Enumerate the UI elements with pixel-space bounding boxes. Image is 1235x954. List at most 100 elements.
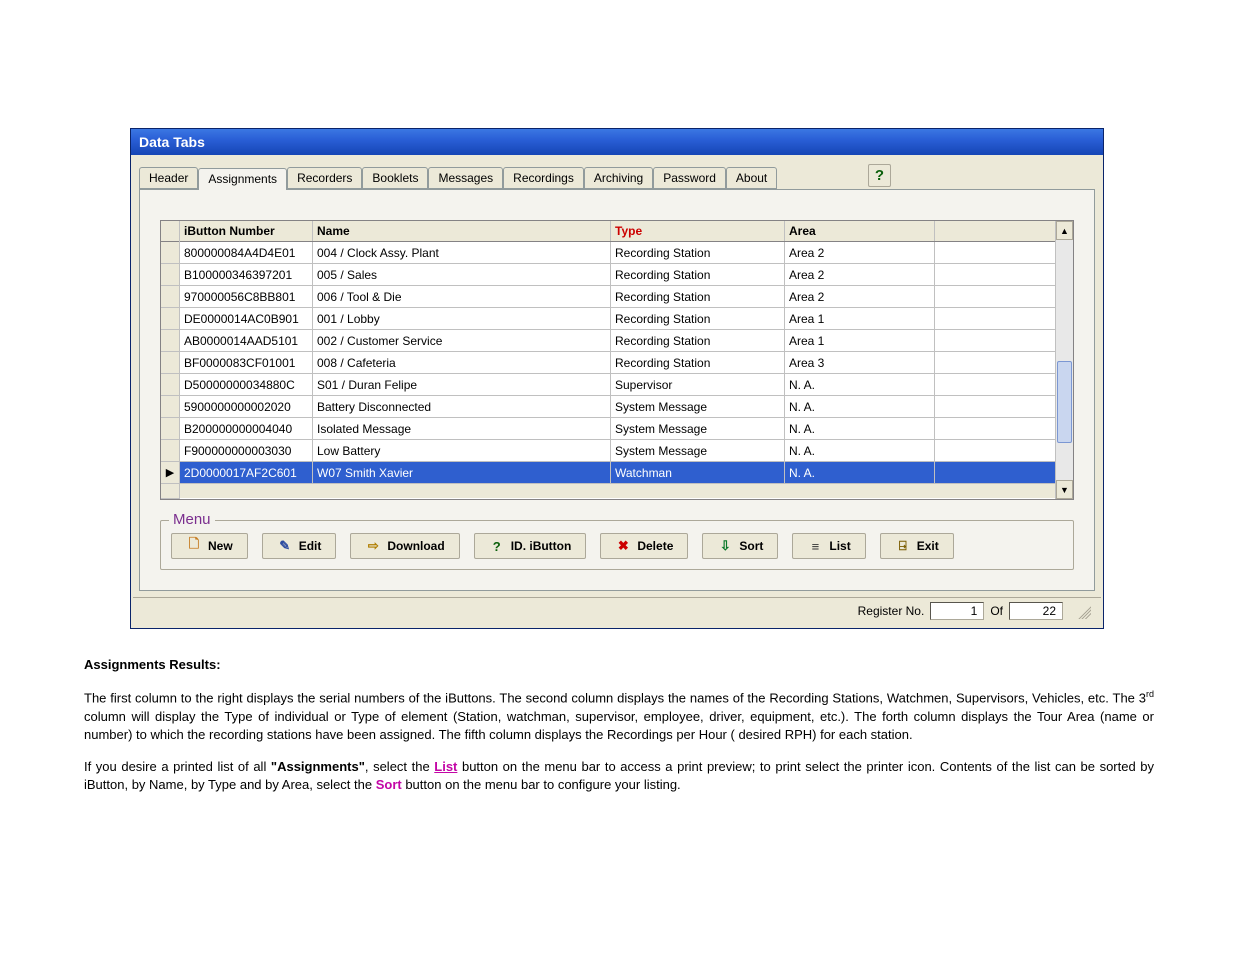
question-icon: ? — [489, 538, 505, 554]
table-row[interactable]: D50000000034880CS01 / Duran FelipeSuperv… — [180, 374, 1055, 396]
cell-type: Supervisor — [611, 374, 785, 395]
new-icon: 🗋 — [186, 538, 202, 554]
grid-body: iButton Number Name Type Area 800000084A… — [180, 221, 1055, 499]
menu-group: Menu 🗋 New ✎ Edit ⇨ Download — [160, 520, 1074, 570]
cell-area: N. A. — [785, 396, 935, 417]
exit-button[interactable]: ⍈ Exit — [880, 533, 954, 559]
tab-password[interactable]: Password — [653, 167, 726, 189]
table-row[interactable]: 2D0000017AF2C601W07 Smith XavierWatchman… — [180, 462, 1055, 484]
edit-button[interactable]: ✎ Edit — [262, 533, 337, 559]
cell-ibutton: D50000000034880C — [180, 374, 313, 395]
delete-icon: ✖ — [615, 538, 631, 554]
id-ibutton-label: ID. iButton — [511, 539, 572, 553]
cell-name: Isolated Message — [313, 418, 611, 439]
col-header-ibutton[interactable]: iButton Number — [180, 221, 313, 241]
scroll-down-arrow-icon[interactable]: ▼ — [1056, 480, 1073, 499]
tab-assignments[interactable]: Assignments — [198, 168, 287, 190]
cell-name: 006 / Tool & Die — [313, 286, 611, 307]
download-label: Download — [387, 539, 444, 553]
assignments-page: ▶ iButton Number Name Type Area 80000008… — [139, 189, 1095, 591]
resize-grip-icon[interactable] — [1075, 603, 1091, 619]
row-indicator — [161, 374, 179, 396]
edit-icon: ✎ — [277, 538, 293, 554]
cell-name: 008 / Cafeteria — [313, 352, 611, 373]
row-indicator — [161, 264, 179, 286]
cell-type: Watchman — [611, 462, 785, 483]
tab-about[interactable]: About — [726, 167, 777, 189]
table-row[interactable]: 5900000000002020Battery DisconnectedSyst… — [180, 396, 1055, 418]
tab-archiving[interactable]: Archiving — [584, 167, 653, 189]
table-row[interactable]: F900000000003030Low BatterySystem Messag… — [180, 440, 1055, 462]
assignments-grid: ▶ iButton Number Name Type Area 80000008… — [160, 220, 1074, 500]
col-header-name[interactable]: Name — [313, 221, 611, 241]
table-row[interactable]: 970000056C8BB801006 / Tool & DieRecordin… — [180, 286, 1055, 308]
table-row[interactable]: 800000084A4D4E01004 / Clock Assy. PlantR… — [180, 242, 1055, 264]
cell-name: 002 / Customer Service — [313, 330, 611, 351]
cell-name: Low Battery — [313, 440, 611, 461]
edit-label: Edit — [299, 539, 322, 553]
cell-ibutton: B200000000004040 — [180, 418, 313, 439]
id-ibutton-button[interactable]: ? ID. iButton — [474, 533, 587, 559]
delete-button[interactable]: ✖ Delete — [600, 533, 688, 559]
register-total: 22 — [1009, 602, 1063, 620]
doc-paragraph-1: The first column to the right displays t… — [84, 688, 1154, 744]
col-header-type[interactable]: Type — [611, 221, 785, 241]
table-row[interactable]: BF0000083CF01001008 / CafeteriaRecording… — [180, 352, 1055, 374]
table-row[interactable]: AB0000014AAD5101002 / Customer ServiceRe… — [180, 330, 1055, 352]
cell-name: Battery Disconnected — [313, 396, 611, 417]
cell-area: Area 2 — [785, 242, 935, 263]
tab-booklets[interactable]: Booklets — [362, 167, 428, 189]
register-current: 1 — [930, 602, 984, 620]
cell-ibutton: BF0000083CF01001 — [180, 352, 313, 373]
cell-area: N. A. — [785, 418, 935, 439]
row-indicator — [161, 242, 179, 264]
vertical-scrollbar[interactable]: ▲ ▼ — [1055, 221, 1073, 499]
titlebar: Data Tabs — [131, 129, 1103, 155]
cell-ibutton: DE0000014AC0B901 — [180, 308, 313, 329]
cell-area: Area 1 — [785, 330, 935, 351]
download-button[interactable]: ⇨ Download — [350, 533, 459, 559]
row-indicator — [161, 396, 179, 418]
grid-footer-spacer — [180, 484, 1055, 498]
cell-ibutton: 2D0000017AF2C601 — [180, 462, 313, 483]
row-indicator — [161, 440, 179, 462]
cell-type: Recording Station — [611, 308, 785, 329]
row-indicator — [161, 418, 179, 440]
menu-legend: Menu — [169, 511, 215, 528]
tabstrip: Header Assignments Recorders Booklets Me… — [133, 157, 1101, 189]
row-indicator — [161, 330, 179, 352]
help-icon[interactable]: ? — [868, 164, 891, 187]
col-header-area[interactable]: Area — [785, 221, 935, 241]
row-indicator-column: ▶ — [161, 221, 180, 499]
tab-messages[interactable]: Messages — [428, 167, 503, 189]
cell-name: S01 / Duran Felipe — [313, 374, 611, 395]
cell-ibutton: 5900000000002020 — [180, 396, 313, 417]
download-icon: ⇨ — [365, 538, 381, 554]
cell-ibutton: B100000346397201 — [180, 264, 313, 285]
doc-heading: Assignments Results: — [84, 656, 1154, 674]
row-indicator-header — [161, 221, 179, 242]
grid-header-row: iButton Number Name Type Area — [180, 221, 1055, 242]
new-button[interactable]: 🗋 New — [171, 533, 248, 559]
cell-ibutton: AB0000014AAD5101 — [180, 330, 313, 351]
tab-recordings[interactable]: Recordings — [503, 167, 584, 189]
scroll-thumb[interactable] — [1057, 361, 1072, 443]
table-row[interactable]: B200000000004040Isolated MessageSystem M… — [180, 418, 1055, 440]
cell-type: Recording Station — [611, 242, 785, 263]
cell-ibutton: 800000084A4D4E01 — [180, 242, 313, 263]
sort-button[interactable]: ⇩ Sort — [702, 533, 778, 559]
register-label: Register No. — [858, 604, 925, 618]
statusbar: Register No. 1 Of 22 — [133, 597, 1101, 624]
client-area: Header Assignments Recorders Booklets Me… — [131, 155, 1103, 628]
table-row[interactable]: B100000346397201005 / SalesRecording Sta… — [180, 264, 1055, 286]
list-label: List — [829, 539, 850, 553]
data-tabs-window: Data Tabs Header Assignments Recorders B… — [130, 128, 1104, 629]
cell-area: N. A. — [785, 462, 935, 483]
cell-area: Area 1 — [785, 308, 935, 329]
list-button[interactable]: ≡ List — [792, 533, 865, 559]
cell-name: 001 / Lobby — [313, 308, 611, 329]
table-row[interactable]: DE0000014AC0B901001 / LobbyRecording Sta… — [180, 308, 1055, 330]
scroll-up-arrow-icon[interactable]: ▲ — [1056, 221, 1073, 240]
tab-header[interactable]: Header — [139, 167, 198, 189]
tab-recorders[interactable]: Recorders — [287, 167, 362, 189]
